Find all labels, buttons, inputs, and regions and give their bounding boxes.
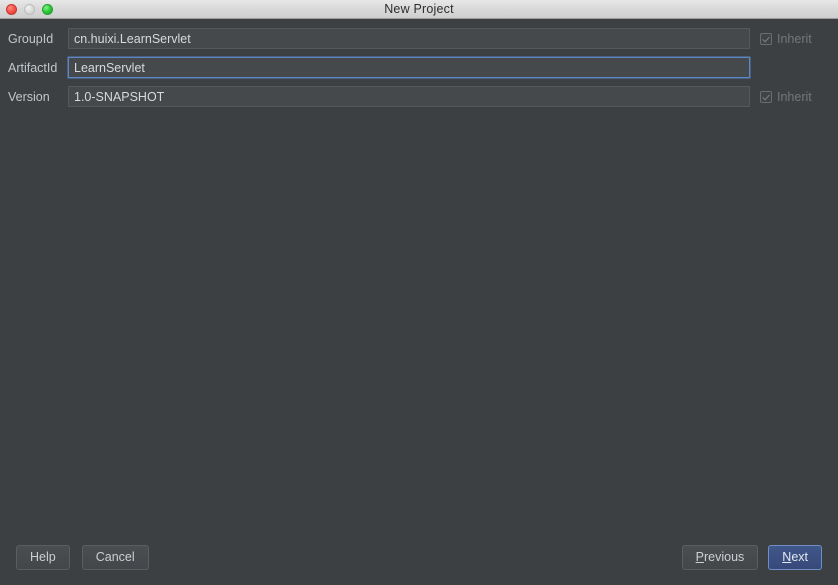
artifactid-input[interactable] [68,57,750,78]
next-button[interactable]: Next [768,544,822,570]
footer-right-buttons: Previous Next [681,544,822,570]
minimize-window-button[interactable] [24,4,35,15]
version-inherit-group[interactable]: Inherit [750,90,838,104]
version-inherit-label: Inherit [777,89,812,104]
cancel-button[interactable]: Cancel [81,544,149,570]
version-inherit-checkbox[interactable] [760,90,772,103]
new-project-dialog: New Project GroupId Inherit ArtifactId [0,0,838,585]
window-controls [6,0,53,19]
close-window-button[interactable] [6,4,17,15]
version-input-wrap [68,86,750,107]
previous-label-rest: revious [703,549,745,564]
title-bar: New Project [0,0,838,19]
previous-mnemonic: P [695,549,704,564]
artifactid-input-wrap [68,57,750,78]
next-mnemonic: N [782,549,792,564]
dialog-content: GroupId Inherit ArtifactId Inherit [0,19,838,529]
groupid-input[interactable] [68,28,750,49]
footer-left-buttons: Help Cancel [16,544,149,570]
groupid-input-wrap [68,28,750,49]
artifactid-label: ArtifactId [8,60,58,75]
groupid-label: GroupId [8,31,54,46]
maven-coordinates-form: GroupId Inherit ArtifactId Inherit [0,19,838,107]
field-row-groupid: GroupId Inherit [0,28,838,49]
window-title: New Project [384,1,454,16]
previous-button[interactable]: Previous [681,544,759,570]
field-row-version: Version Inherit [0,86,838,107]
dialog-footer: Help Cancel Previous Next [0,529,838,585]
help-button[interactable]: Help [16,544,70,570]
groupid-inherit-checkbox[interactable] [760,32,772,45]
version-input[interactable] [68,86,750,107]
groupid-inherit-group[interactable]: Inherit [750,32,838,46]
field-row-artifactid: ArtifactId Inherit [0,57,838,78]
maximize-window-button[interactable] [42,4,53,15]
next-label-rest: ext [791,549,808,564]
version-label: Version [8,89,50,104]
groupid-inherit-label: Inherit [777,31,812,46]
